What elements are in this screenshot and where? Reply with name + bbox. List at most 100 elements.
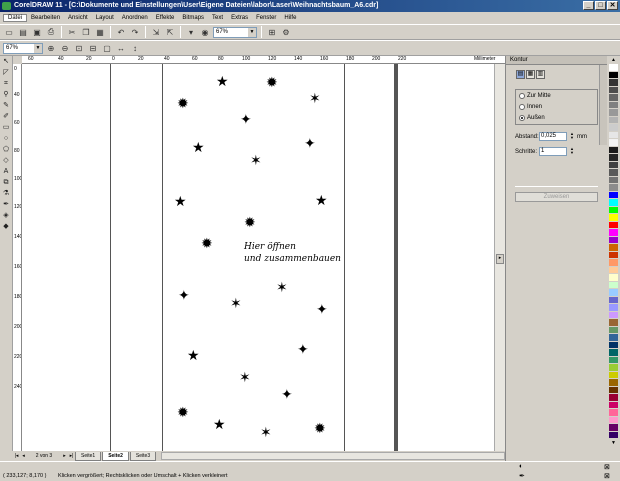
burst-shape[interactable]: ✹	[177, 405, 189, 419]
scroll-thumb[interactable]: ▸	[496, 254, 504, 264]
color-swatch[interactable]	[609, 259, 618, 267]
sparkle-shape[interactable]: ✦	[281, 387, 293, 401]
outline-tool-icon[interactable]: ✒	[0, 199, 12, 210]
drawing-canvas[interactable]: ★ ✹ ✹ ✶ ✦ ★ ✦ ✶ ★ ★ ✹ ✹ ✶ ✦ ✶ ✦ ✦ ★ ✶ ✦ …	[22, 64, 494, 451]
save-icon[interactable]: ▣	[31, 26, 43, 38]
color-swatch[interactable]	[609, 266, 618, 274]
color-swatch[interactable]	[609, 94, 618, 102]
burst-shape[interactable]: ✹	[266, 75, 278, 89]
zoom-levels-select[interactable]: 67% ▼	[3, 42, 43, 54]
color-swatch[interactable]	[609, 214, 618, 222]
color-swatch[interactable]	[609, 416, 618, 424]
burst-shape[interactable]: ✹	[177, 96, 189, 110]
color-swatch[interactable]	[609, 251, 618, 259]
color-swatch[interactable]	[609, 116, 618, 124]
color-swatch[interactable]	[609, 236, 618, 244]
menu-layout[interactable]: Layout	[92, 15, 118, 21]
horizontal-scrollbar[interactable]	[161, 452, 505, 460]
star-shape[interactable]: ★	[216, 74, 229, 88]
smart-drawing-tool-icon[interactable]: ✐	[0, 111, 12, 122]
color-swatch[interactable]	[609, 154, 618, 162]
guideline[interactable]	[110, 64, 111, 451]
zoom-to-page-icon[interactable]: ▢	[101, 42, 113, 54]
color-swatch[interactable]	[609, 379, 618, 387]
menu-fenster[interactable]: Fenster	[252, 15, 280, 21]
crop-tool-icon[interactable]: ⌗	[0, 78, 12, 89]
sparkle-shape[interactable]: ✦	[316, 302, 328, 316]
no-fill-icon[interactable]: ⊠	[604, 463, 610, 471]
copy-icon[interactable]: ❐	[80, 26, 92, 38]
ellipse-tool-icon[interactable]: ○	[0, 133, 12, 144]
color-swatch[interactable]	[609, 199, 618, 207]
menu-bearbeiten[interactable]: Bearbeiten	[27, 15, 64, 21]
color-swatch[interactable]	[609, 289, 618, 297]
star-shape[interactable]: ★	[315, 193, 328, 207]
zoom-tool-icon[interactable]: ⚲	[0, 89, 12, 100]
color-swatch[interactable]	[609, 221, 618, 229]
basic-shapes-tool-icon[interactable]: ◇	[0, 155, 12, 166]
color-swatch[interactable]	[609, 139, 618, 147]
sparkle-shape[interactable]: ✦	[304, 136, 316, 150]
color-swatch[interactable]	[609, 304, 618, 312]
color-swatch[interactable]	[609, 281, 618, 289]
sparkle-shape[interactable]: ✦	[178, 288, 190, 302]
new-document-icon[interactable]: ▭	[3, 26, 15, 38]
text-tool-icon[interactable]: A	[0, 166, 12, 177]
open-folder-icon[interactable]: ▤	[17, 26, 29, 38]
paste-icon[interactable]: ▦	[94, 26, 106, 38]
color-swatch[interactable]	[609, 401, 618, 409]
color-swatch[interactable]	[609, 206, 618, 214]
star-shape[interactable]: ★	[187, 348, 200, 362]
interactive-fill-tool-icon[interactable]: ◆	[0, 221, 12, 232]
color-swatch[interactable]	[609, 431, 618, 439]
fill-tool-icon[interactable]: ◈	[0, 210, 12, 221]
page-tab-1[interactable]: Seite1	[75, 451, 102, 461]
spin-arrows-icon[interactable]: ▲ ▼	[569, 132, 575, 141]
minimize-button[interactable]: _	[583, 1, 594, 10]
star-shape[interactable]: ★	[174, 194, 187, 208]
shape-tool-icon[interactable]: ◸	[0, 67, 12, 78]
redo-icon[interactable]: ↷	[129, 26, 141, 38]
rectangle-tool-icon[interactable]: ▭	[0, 122, 12, 133]
color-swatch[interactable]	[609, 64, 618, 72]
burst-shape[interactable]: ✹	[244, 215, 256, 229]
contour-color-icon[interactable]: ▦	[526, 70, 535, 79]
star-shape[interactable]: ✶	[276, 280, 288, 294]
burst-shape[interactable]: ✹	[314, 421, 326, 435]
color-swatch[interactable]	[609, 349, 618, 357]
star-shape[interactable]: ✶	[260, 425, 272, 439]
option-to-center[interactable]: Zur Mitte	[516, 90, 597, 101]
print-icon[interactable]: ⎙	[45, 26, 57, 38]
menu-text[interactable]: Text	[208, 15, 227, 21]
color-swatch[interactable]	[609, 191, 618, 199]
application-launcher-icon[interactable]: ▾	[185, 26, 197, 38]
snap-to-grid-icon[interactable]: ⊞	[266, 26, 278, 38]
last-page-icon[interactable]: ▸|	[68, 452, 75, 460]
star-shape[interactable]: ★	[213, 417, 226, 431]
ruler-corner[interactable]	[13, 56, 22, 64]
first-page-icon[interactable]: |◂	[13, 452, 20, 460]
pick-tool-icon[interactable]: ↖	[0, 56, 12, 67]
eyedropper-tool-icon[interactable]: ⚗	[0, 188, 12, 199]
color-swatch[interactable]	[609, 319, 618, 327]
color-swatch[interactable]	[609, 274, 618, 282]
star-shape[interactable]: ✶	[309, 91, 321, 105]
interactive-blend-tool-icon[interactable]: ⧉	[0, 177, 12, 188]
color-swatch[interactable]	[609, 371, 618, 379]
color-swatch[interactable]	[609, 176, 618, 184]
cut-icon[interactable]: ✂	[66, 26, 78, 38]
menu-extras[interactable]: Extras	[227, 15, 252, 21]
color-swatch[interactable]	[609, 169, 618, 177]
contour-acceleration-icon[interactable]: ▥	[536, 70, 545, 79]
menu-datei[interactable]: Datei	[3, 14, 28, 22]
menu-bitmaps[interactable]: Bitmaps	[178, 15, 208, 21]
zoom-to-page-width-icon[interactable]: ↔	[115, 42, 127, 54]
color-swatch[interactable]	[609, 131, 618, 139]
color-swatch[interactable]	[609, 146, 618, 154]
outline-indicator-icon[interactable]: ✒	[519, 472, 525, 480]
color-swatch[interactable]	[609, 101, 618, 109]
import-icon[interactable]: ⇲	[150, 26, 162, 38]
color-swatch[interactable]	[609, 79, 618, 87]
polygon-tool-icon[interactable]: ⬠	[0, 144, 12, 155]
export-icon[interactable]: ⇱	[164, 26, 176, 38]
